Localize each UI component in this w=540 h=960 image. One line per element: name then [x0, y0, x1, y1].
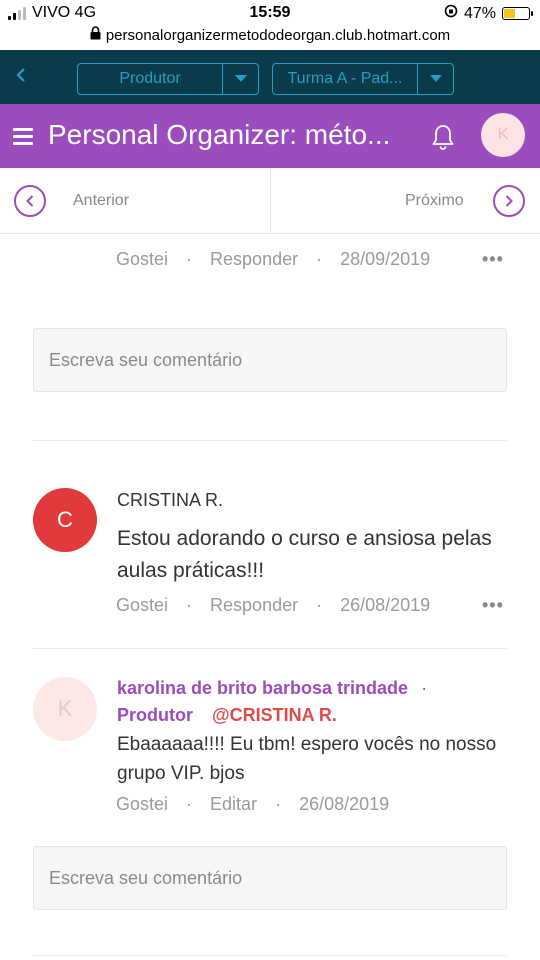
back-chevron-icon[interactable]	[14, 64, 28, 92]
more-options-icon[interactable]: •••	[482, 595, 504, 616]
pager-divider	[270, 168, 271, 234]
more-options-icon[interactable]: •••	[482, 249, 504, 270]
reply-author[interactable]: karolina de brito barbosa trindade	[117, 678, 408, 698]
avatar: K	[33, 677, 97, 741]
produtor-select[interactable]: Produtor	[77, 63, 259, 95]
comment-date: 26/08/2019	[340, 595, 431, 615]
like-button[interactable]: Gostei	[116, 595, 168, 615]
separator-dot: ·	[316, 249, 323, 269]
divider	[33, 648, 507, 649]
comment-input-box[interactable]	[33, 328, 507, 392]
separator-dot: ·	[421, 678, 428, 698]
reply-date: 26/08/2019	[299, 794, 390, 814]
battery-percent: 47%	[463, 4, 496, 22]
divider	[33, 955, 507, 956]
separator-dot: ·	[275, 794, 282, 814]
orientation-lock-icon	[444, 4, 458, 23]
lesson-pager: Anterior Próximo	[0, 168, 540, 234]
page-title: Personal Organizer: méto...	[48, 119, 391, 150]
separator-dot: ·	[186, 595, 193, 615]
next-label[interactable]: Próximo	[405, 192, 464, 210]
next-button[interactable]	[493, 185, 525, 217]
comment-text-line: aulas práticas!!!	[117, 559, 265, 582]
previous-button[interactable]	[14, 185, 46, 217]
reply-button[interactable]: Responder	[210, 595, 298, 615]
comment-input[interactable]	[34, 847, 506, 909]
turma-select-label: Turma A - Pad...	[287, 70, 403, 87]
comment-input[interactable]	[34, 329, 506, 391]
comment-author: CRISTINA R.	[117, 490, 224, 510]
comment-actions: Gostei · Responder · 28/09/2019	[116, 249, 430, 270]
caret-down-icon	[417, 64, 453, 94]
avatar: C	[33, 488, 97, 552]
url-text: personalorganizermetododeorgan.club.hotm…	[105, 27, 451, 44]
comment-input-box[interactable]	[33, 846, 507, 910]
producer-badge: Produtor	[117, 705, 193, 725]
comment-actions: Gostei · Responder · 26/08/2019	[116, 595, 430, 616]
reply-text-line: Ebaaaaaa!!!! Eu tbm! espero vocês no nos…	[117, 734, 497, 755]
lock-icon	[90, 26, 101, 44]
turma-select[interactable]: Turma A - Pad...	[272, 63, 454, 95]
battery-icon	[502, 7, 533, 20]
reply-button[interactable]: Responder	[210, 249, 298, 269]
like-button[interactable]: Gostei	[116, 794, 168, 814]
previous-label[interactable]: Anterior	[73, 192, 129, 210]
user-avatar[interactable]: K	[481, 113, 525, 157]
comment-text: Estou adorando o curso e ansiosa pelas a…	[117, 523, 492, 587]
produtor-select-label: Produtor	[119, 70, 181, 87]
edit-button[interactable]: Editar	[210, 794, 257, 814]
reply-text-line: grupo VIP. bjos	[117, 763, 245, 784]
like-button[interactable]: Gostei	[116, 249, 168, 269]
url-bar[interactable]: personalorganizermetododeorgan.club.hotm…	[0, 26, 540, 50]
reply-role-line: Produtor @CRISTINA R.	[117, 705, 337, 726]
comment-text-line: Estou adorando o curso e ansiosa pelas	[117, 527, 492, 550]
status-right: 47%	[444, 4, 533, 23]
reply-author-line: karolina de brito barbosa trindade ·	[117, 678, 435, 699]
separator-dot: ·	[186, 249, 193, 269]
divider	[33, 440, 507, 441]
mention-link[interactable]: @CRISTINA R.	[212, 705, 337, 725]
menu-icon[interactable]	[13, 128, 33, 149]
reply-text: Ebaaaaaa!!!! Eu tbm! espero vocês no nos…	[117, 730, 496, 788]
reply-actions: Gostei · Editar · 26/08/2019	[116, 794, 389, 815]
status-bar: VIVO 4G 15:59 47%	[0, 0, 540, 26]
battery-fill	[504, 9, 516, 18]
chevron-right-icon	[505, 195, 513, 207]
caret-down-icon	[222, 64, 258, 94]
separator-dot: ·	[316, 595, 323, 615]
chevron-left-icon	[26, 195, 34, 207]
top-nav: Produtor Turma A - Pad...	[0, 50, 540, 104]
app-header: Personal Organizer: méto...	[0, 104, 540, 168]
comment-date: 28/09/2019	[340, 249, 431, 269]
separator-dot: ·	[186, 794, 193, 814]
bell-icon[interactable]	[431, 123, 455, 151]
